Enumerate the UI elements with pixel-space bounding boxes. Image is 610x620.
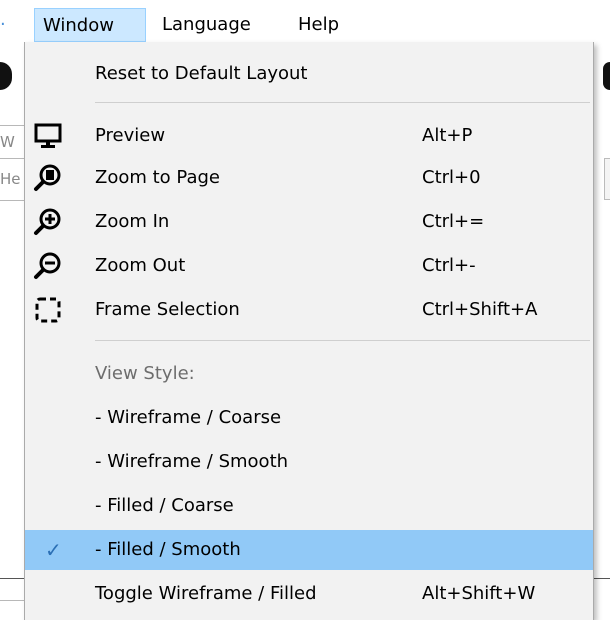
checkmark-icon: ✓ [45,538,62,562]
frame-selection-icon [33,295,63,325]
menu-item-shortcut: Alt+P [422,125,473,146]
menu-item-shortcut: Alt+Shift+W [422,583,536,604]
menubar: · Window Language Help [0,0,610,42]
monitor-icon [33,121,63,151]
background-divider [0,578,24,579]
background-divider [594,578,610,579]
background-label: He [0,170,21,188]
app-window: W He · Window Language Help Reset to Def… [0,0,610,620]
menu-item-label: - Wireframe / Smooth [95,451,289,472]
menubar-overflow-dot: · [0,14,6,35]
menu-item-label: Frame Selection [95,299,240,320]
background-field [604,158,610,200]
menu-item-label: Reset to Default Layout [95,63,308,84]
background-toolbar-icon [0,62,12,90]
background-toolbar-icon-right [603,62,610,90]
menu-item-filled-smooth[interactable]: ✓ - Filled / Smooth [25,530,593,570]
menu-item-label: Preview [95,125,166,146]
menu-item-reset-layout[interactable]: Reset to Default Layout [25,54,593,94]
menu-item-label: Zoom to Page [95,167,220,188]
menu-item-label: - Filled / Smooth [95,539,241,560]
menu-item-shortcut: Ctrl+Shift+A [422,299,538,320]
menu-item-label: Toggle Wireframe / Filled [95,583,317,604]
background-divider [0,600,24,601]
window-menu-dropdown: Reset to Default Layout Preview Alt+P Zo… [24,42,594,620]
menu-header-view-style: View Style: [25,354,593,394]
menu-help[interactable]: Help [298,8,348,42]
menu-item-shortcut: Ctrl+0 [422,167,481,188]
zoom-out-icon [33,251,63,281]
menu-header-label: View Style: [95,363,195,384]
menu-item-shortcut: Ctrl+- [422,255,476,276]
zoom-in-icon [33,207,63,237]
background-label: W [0,133,15,151]
menu-item-toggle-wireframe[interactable]: Toggle Wireframe / Filled Alt+Shift+W [25,574,593,614]
menu-item-filled-coarse[interactable]: - Filled / Coarse [25,486,593,526]
menu-item-wireframe-smooth[interactable]: - Wireframe / Smooth [25,442,593,482]
background-divider [0,158,24,159]
menu-separator [95,340,590,341]
menu-item-label: Zoom Out [95,255,186,276]
background-divider [0,200,24,201]
zoom-to-page-icon [33,163,63,193]
menu-item-label: Zoom In [95,211,170,232]
menu-item-shortcut: Ctrl+= [422,211,485,232]
menu-item-label: - Wireframe / Coarse [95,407,282,428]
menu-item-zoom-to-page[interactable]: Zoom to Page Ctrl+0 [25,158,593,198]
menu-item-wireframe-coarse[interactable]: - Wireframe / Coarse [25,398,593,438]
menu-item-zoom-in[interactable]: Zoom In Ctrl+= [25,202,593,242]
menu-language[interactable]: Language [160,8,272,42]
background-divider [0,125,24,126]
menu-item-label: - Filled / Coarse [95,495,234,516]
menu-item-zoom-out[interactable]: Zoom Out Ctrl+- [25,246,593,286]
menu-window[interactable]: Window [34,8,146,42]
menu-item-preview[interactable]: Preview Alt+P [25,116,593,156]
menu-item-frame-selection[interactable]: Frame Selection Ctrl+Shift+A [25,290,593,330]
menu-separator [95,102,590,103]
